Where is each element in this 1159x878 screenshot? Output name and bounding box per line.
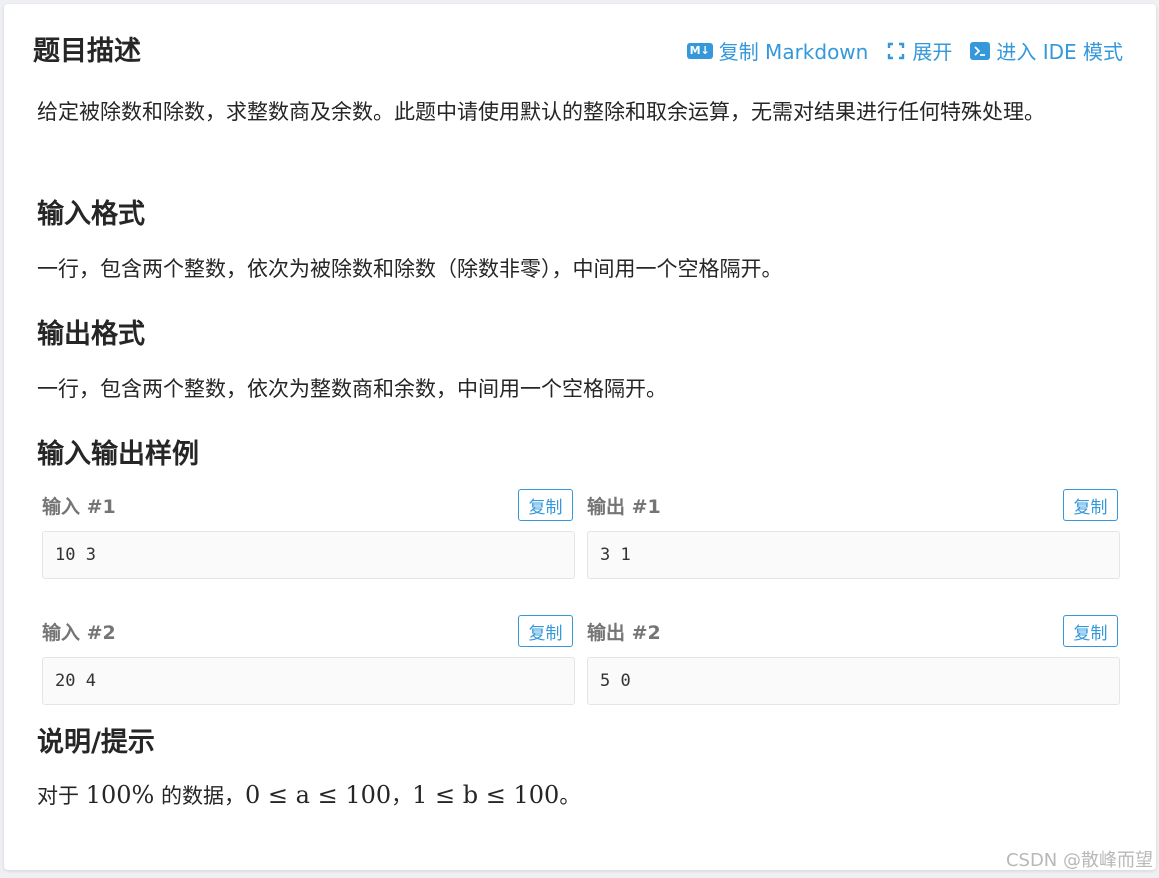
copy-output-1-button[interactable]: 复制	[1063, 489, 1118, 521]
hint-text: 对于 100% 的数据，0 ≤ a ≤ 100，1 ≤ b ≤ 100。	[37, 777, 1122, 815]
samples-title: 输入输出样例	[37, 439, 199, 470]
watermark: CSDN @散峰而望	[1005, 850, 1153, 871]
expand-icon	[888, 42, 905, 59]
input-format-text: 一行，包含两个整数，依次为被除数和除数（除数非零），中间用一个空格隔开。	[37, 257, 783, 281]
hint-prefix: 对于	[37, 784, 79, 808]
output-format-text: 一行，包含两个整数，依次为整数商和余数，中间用一个空格隔开。	[37, 377, 667, 401]
terminal-icon	[970, 41, 991, 60]
description-text: 给定被除数和除数，求整数商及余数。此题中请使用默认的整除和取余运算，无需对结果进…	[37, 100, 1045, 124]
hint-sep: ，	[391, 784, 413, 808]
action-bar: M↓ 复制 Markdown 展开 进入 IDE 模式	[686, 36, 1123, 65]
copy-markdown-label: 复制 Markdown	[718, 40, 869, 64]
expand-button[interactable]: 展开	[886, 36, 952, 65]
hint-cond-b: 1 ≤ b ≤ 100	[412, 781, 560, 809]
markdown-icon: M↓	[686, 42, 713, 59]
ide-mode-button[interactable]: 进入 IDE 模式	[970, 36, 1123, 65]
hint-cond-a: 0 ≤ a ≤ 100	[245, 781, 392, 809]
hint-end: 。	[559, 784, 581, 808]
hint-percent: 100%	[85, 781, 155, 809]
sample-output-box[interactable]: 3 1	[587, 531, 1120, 579]
copy-output-2-button[interactable]: 复制	[1063, 615, 1118, 647]
copy-markdown-button[interactable]: M↓ 复制 Markdown	[686, 36, 869, 65]
output-format-title: 输出格式	[37, 319, 145, 350]
copy-input-2-button[interactable]: 复制	[518, 615, 573, 647]
sample-input-label: 输入 #1	[42, 496, 116, 518]
sample-input-box[interactable]: 20 4	[42, 657, 575, 705]
hint-title: 说明/提示	[37, 727, 155, 758]
expand-label: 展开	[912, 40, 953, 64]
sample-output-label: 输出 #2	[587, 622, 661, 644]
sample-output-box[interactable]: 5 0	[587, 657, 1120, 705]
sample-input-label: 输入 #2	[42, 622, 116, 644]
sample-output-label: 输出 #1	[587, 496, 661, 518]
hint-middle: 的数据，	[161, 784, 245, 808]
header-row: 题目描述 M↓ 复制 Markdown 展开 进入 IDE 模式	[33, 32, 1123, 72]
input-format-title: 输入格式	[37, 199, 145, 230]
sample-input-box[interactable]: 10 3	[42, 531, 575, 579]
ide-mode-label: 进入 IDE 模式	[996, 40, 1123, 64]
copy-input-1-button[interactable]: 复制	[518, 489, 573, 521]
